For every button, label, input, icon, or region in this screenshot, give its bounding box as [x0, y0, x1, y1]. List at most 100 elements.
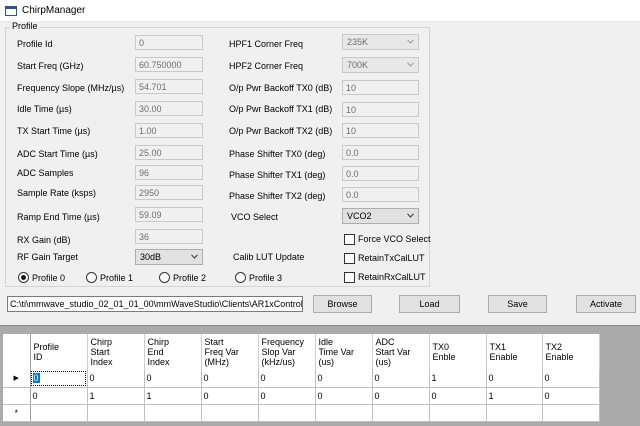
grid-cell[interactable]: 0 [372, 370, 430, 388]
save-button[interactable]: Save [488, 295, 547, 313]
grid-cell[interactable] [542, 404, 600, 422]
grid-cell[interactable]: 0 [542, 387, 600, 405]
phase-tx1-label: Phase Shifter TX1 (deg) [229, 170, 326, 180]
column-header-adc-start-var[interactable]: ADC Start Var (us) [372, 334, 430, 370]
profile-3-label: Profile 3 [249, 273, 283, 283]
table-row[interactable]: 0 1 1 0 0 0 0 0 1 0 [3, 387, 600, 405]
column-header-idle-time-var[interactable]: Idle Time Var (us) [315, 334, 373, 370]
ramp-end-time-field[interactable]: 59.09 [135, 207, 203, 222]
profile-3-radio[interactable] [235, 272, 246, 283]
row-header[interactable] [3, 387, 31, 405]
hpf1-corner-label: HPF1 Corner Freq [229, 39, 304, 49]
rf-gain-target-dropdown[interactable]: 30dB [135, 249, 203, 265]
adc-start-time-field[interactable]: 25.00 [135, 145, 203, 160]
grid-cell[interactable]: 1 [87, 387, 145, 405]
grid-cell[interactable]: 1 [486, 387, 543, 405]
vco-select-label: VCO Select [231, 212, 279, 222]
phase-tx1-field[interactable]: 0.0 [342, 166, 419, 181]
grid-cell[interactable]: 0 [87, 370, 145, 388]
chevron-down-icon [407, 213, 414, 218]
column-header-freq-slop-var[interactable]: Frequency Slop Var (kHz/us) [258, 334, 316, 370]
start-freq-field[interactable]: 60.750000 [135, 57, 203, 72]
app-icon [5, 6, 17, 16]
grid-cell[interactable]: 0 [201, 370, 259, 388]
grid-cell[interactable]: 0 [315, 387, 373, 405]
grid-cell[interactable] [258, 404, 316, 422]
grid-cell[interactable]: 1 [144, 387, 202, 405]
grid-cell[interactable]: 0 [542, 370, 600, 388]
row-header-current[interactable]: ▶ [3, 370, 31, 388]
grid-cell[interactable] [144, 404, 202, 422]
freq-slope-field[interactable]: 54.701 [135, 79, 203, 94]
force-vco-select-checkbox[interactable] [344, 234, 355, 245]
phase-tx2-label: Phase Shifter TX2 (deg) [229, 191, 326, 201]
adc-samples-label: ADC Samples [17, 168, 74, 178]
grid-cell[interactable] [87, 404, 145, 422]
hpf1-corner-value: 235K [347, 37, 369, 47]
vco-select-dropdown[interactable]: VCO2 [342, 208, 419, 224]
table-row[interactable]: ▶ 0 0 0 0 0 0 0 1 0 0 [3, 370, 600, 388]
browse-button[interactable]: Browse [313, 295, 372, 313]
new-row[interactable]: * [3, 404, 600, 422]
start-freq-label: Start Freq (GHz) [17, 61, 84, 71]
grid-cell[interactable]: 0 [258, 370, 316, 388]
tx-start-time-field[interactable]: 1.00 [135, 123, 203, 138]
column-header-chirp-end-index[interactable]: Chirp End Index [144, 334, 202, 370]
op-pwr-tx1-field[interactable]: 10 [342, 102, 419, 117]
hpf1-corner-dropdown[interactable]: 235K [342, 34, 419, 50]
activate-button[interactable]: Activate [576, 295, 636, 313]
window-title: ChirpManager [22, 5, 86, 16]
hpf2-corner-value: 700K [347, 60, 369, 70]
column-header-start-freq-var[interactable]: Start Freq Var (MHz) [201, 334, 259, 370]
profile-id-field[interactable]: 0 [135, 35, 203, 50]
hpf2-corner-label: HPF2 Corner Freq [229, 61, 304, 71]
grid-cell[interactable]: 1 [429, 370, 487, 388]
grid-cell[interactable] [315, 404, 373, 422]
grid-cell[interactable]: 0 [30, 387, 88, 405]
grid-cell[interactable]: 0 [315, 370, 373, 388]
op-pwr-tx2-label: O/p Pwr Backoff TX2 (dB) [229, 126, 333, 136]
config-path-input[interactable]: C:\ti\mmwave_studio_02_01_01_00\mmWaveSt… [7, 296, 303, 312]
column-header-profile-id[interactable]: Profile ID [30, 334, 88, 370]
hpf2-corner-dropdown[interactable]: 700K [342, 57, 419, 73]
vco-select-value: VCO2 [347, 211, 372, 221]
grid-cell[interactable] [486, 404, 543, 422]
load-button[interactable]: Load [399, 295, 460, 313]
idle-time-field[interactable]: 30.00 [135, 101, 203, 116]
column-header-tx2-enable[interactable]: TX2 Enable [542, 334, 600, 370]
profile-0-radio[interactable] [18, 272, 29, 283]
column-header-chirp-start-index[interactable]: Chirp Start Index [87, 334, 145, 370]
op-pwr-tx0-field[interactable]: 10 [342, 80, 419, 95]
sample-rate-field[interactable]: 2950 [135, 185, 203, 200]
grid-cell[interactable]: 0 [144, 370, 202, 388]
grid-cell[interactable]: 0 [258, 387, 316, 405]
grid-header-row: Profile ID Chirp Start Index Chirp End Index … [3, 334, 600, 370]
row-header-new[interactable]: * [3, 404, 31, 422]
title-bar: ChirpManager [0, 0, 640, 22]
phase-tx2-field[interactable]: 0.0 [342, 187, 419, 202]
grid-cell[interactable]: 0 [30, 370, 88, 388]
rf-gain-target-label: RF Gain Target [17, 252, 78, 262]
retain-tx-cal-lut-checkbox[interactable] [344, 253, 355, 264]
op-pwr-tx2-field[interactable]: 10 [342, 123, 419, 138]
adc-samples-field[interactable]: 96 [135, 165, 203, 180]
profile-0-label: Profile 0 [32, 273, 66, 283]
profile-1-radio[interactable] [86, 272, 97, 283]
grid-cell[interactable]: 0 [486, 370, 543, 388]
grid-cell[interactable] [30, 404, 88, 422]
op-pwr-tx0-label: O/p Pwr Backoff TX0 (dB) [229, 83, 333, 93]
grid-cell[interactable]: 0 [429, 387, 487, 405]
profile-2-radio[interactable] [159, 272, 170, 283]
retain-rx-cal-lut-checkbox[interactable] [344, 272, 355, 283]
phase-tx0-field[interactable]: 0.0 [342, 145, 419, 160]
chevron-down-icon [407, 39, 414, 44]
column-header-tx0-enable[interactable]: TX0 Enble [429, 334, 487, 370]
grid-cell[interactable]: 0 [372, 387, 430, 405]
grid-cell[interactable] [201, 404, 259, 422]
grid-cell[interactable] [372, 404, 430, 422]
grid-cell[interactable] [429, 404, 487, 422]
column-header-tx1-enable[interactable]: TX1 Enable [486, 334, 543, 370]
tx-start-time-label: TX Start Time (µs) [17, 126, 91, 136]
grid-cell[interactable]: 0 [201, 387, 259, 405]
rx-gain-field[interactable]: 36 [135, 229, 203, 244]
